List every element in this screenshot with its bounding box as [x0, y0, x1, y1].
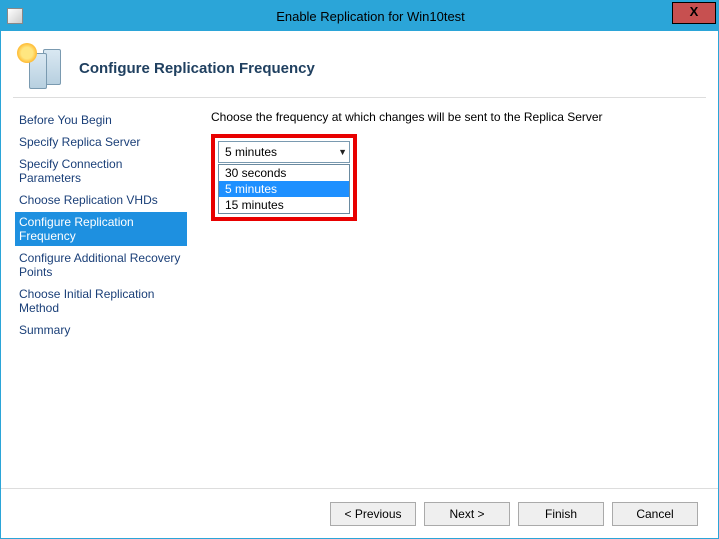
previous-button[interactable]: < Previous: [330, 502, 416, 526]
instruction-text: Choose the frequency at which changes wi…: [211, 110, 700, 124]
wizard-header: Configure Replication Frequency: [1, 31, 718, 97]
sidebar-item-configure-replication-frequency[interactable]: Configure Replication Frequency: [15, 212, 187, 246]
frequency-dropdown[interactable]: 5 minutes ▼: [218, 141, 350, 163]
frequency-option-5-minutes[interactable]: 5 minutes: [219, 181, 349, 197]
frequency-dropdown-list: 30 seconds 5 minutes 15 minutes: [218, 164, 350, 214]
highlight-annotation: 5 minutes ▼ 30 seconds 5 minutes 15 minu…: [211, 134, 357, 221]
system-icon: [7, 8, 23, 24]
page-title: Configure Replication Frequency: [79, 60, 315, 77]
sidebar-item-specify-connection-parameters[interactable]: Specify Connection Parameters: [15, 154, 187, 188]
wizard-footer: < Previous Next > Finish Cancel: [1, 488, 718, 538]
cancel-button[interactable]: Cancel: [612, 502, 698, 526]
frequency-option-30-seconds[interactable]: 30 seconds: [219, 165, 349, 181]
frequency-dropdown-value: 5 minutes: [225, 145, 277, 159]
sidebar-item-choose-replication-vhds[interactable]: Choose Replication VHDs: [15, 190, 187, 210]
window-title: Enable Replication for Win10test: [23, 9, 718, 24]
sidebar-item-before-you-begin[interactable]: Before You Begin: [15, 110, 187, 130]
next-button[interactable]: Next >: [424, 502, 510, 526]
close-button[interactable]: X: [672, 2, 716, 24]
wizard-icon: [15, 43, 63, 93]
main-panel: Choose the frequency at which changes wi…: [193, 98, 718, 478]
sidebar-item-configure-additional-recovery-points[interactable]: Configure Additional Recovery Points: [15, 248, 187, 282]
sidebar-item-summary[interactable]: Summary: [15, 320, 187, 340]
sidebar-item-specify-replica-server[interactable]: Specify Replica Server: [15, 132, 187, 152]
content-area: Before You Begin Specify Replica Server …: [1, 98, 718, 478]
titlebar: Enable Replication for Win10test X: [1, 1, 718, 31]
wizard-steps-sidebar: Before You Begin Specify Replica Server …: [1, 98, 193, 478]
chevron-down-icon: ▼: [338, 147, 347, 157]
sidebar-item-choose-initial-replication-method[interactable]: Choose Initial Replication Method: [15, 284, 187, 318]
frequency-option-15-minutes[interactable]: 15 minutes: [219, 197, 349, 213]
finish-button[interactable]: Finish: [518, 502, 604, 526]
